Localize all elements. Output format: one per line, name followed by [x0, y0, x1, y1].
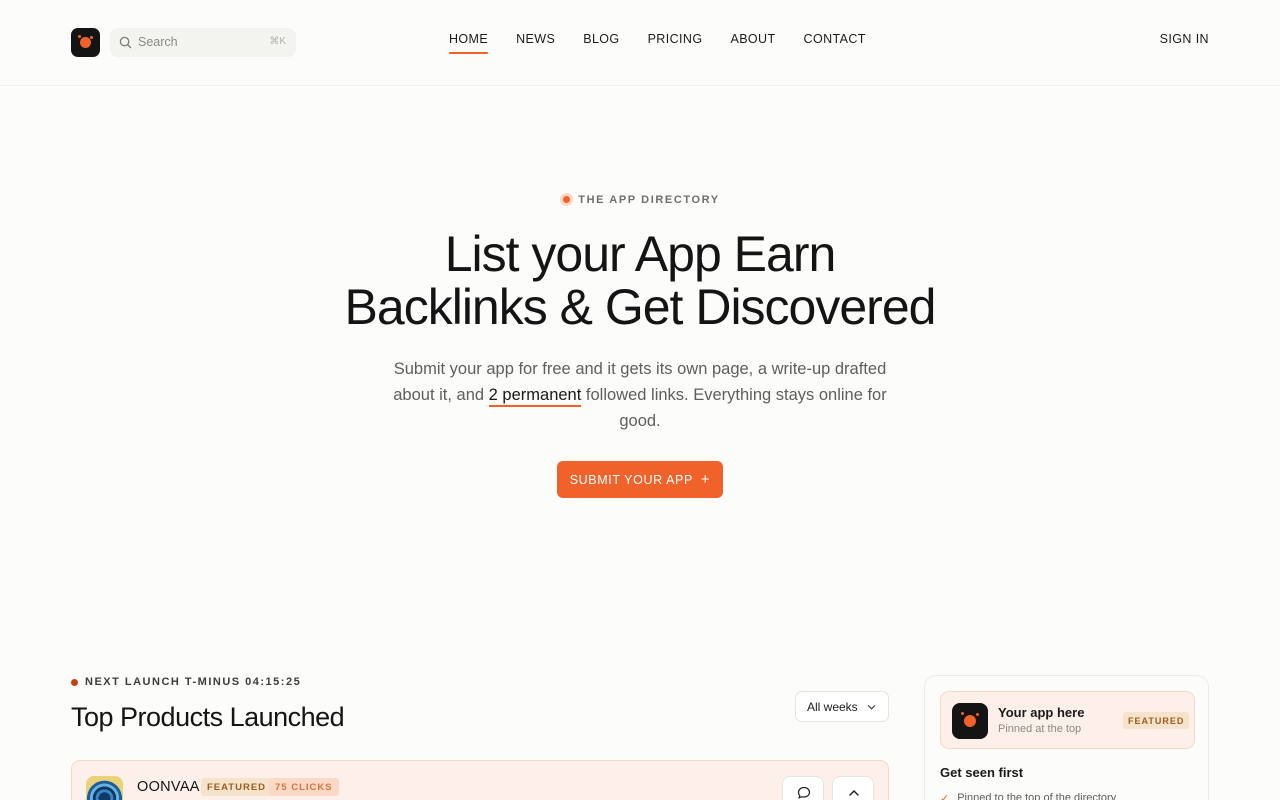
submit-app-label: SUBMIT YOUR APP	[569, 472, 693, 487]
upvote-button[interactable]	[832, 776, 874, 800]
nav-news[interactable]: NEWS	[516, 32, 555, 52]
eyebrow-label: THE APP DIRECTORY	[578, 193, 720, 206]
product-thumbnail	[86, 776, 123, 800]
comment-icon	[797, 786, 811, 799]
sign-in-link[interactable]: SIGN IN	[1160, 32, 1209, 46]
hero-subtitle: Submit your app for free and it gets its…	[380, 356, 900, 434]
featured-sidebar: Your app here Pinned at the top FEATURED…	[924, 675, 1209, 800]
benefit-label: Pinned to the top of the directory	[957, 792, 1117, 800]
plus-icon: +	[700, 471, 711, 488]
title-line-2: Backlinks & Get Discovered	[344, 279, 937, 335]
countdown: NEXT LAUNCH T-MINUS 04:15:25	[71, 676, 301, 688]
promo-subtitle: Pinned at the top	[998, 723, 1082, 735]
seen-first-title: Get seen first	[940, 765, 1024, 780]
submit-app-button[interactable]: SUBMIT YOUR APP +	[557, 461, 723, 498]
subtitle-highlight: 2 permanent	[488, 386, 582, 407]
logo-spark-icon	[90, 36, 93, 39]
clicks-badge: 75 CLICKS	[269, 778, 339, 796]
logo-mark-icon	[964, 715, 976, 727]
logo-mark-icon	[80, 37, 91, 48]
countdown-label: NEXT LAUNCH T-MINUS 04:15:25	[85, 676, 302, 688]
chevron-up-icon	[849, 790, 859, 796]
subtitle-text-end: followed links. Everything stays online …	[581, 386, 887, 430]
product-name[interactable]: OONVAA	[137, 779, 200, 795]
logo-spark-icon	[78, 35, 81, 38]
search-icon	[119, 36, 132, 49]
promo-card[interactable]: Your app here Pinned at the top FEATURED	[940, 691, 1195, 749]
check-icon: ✓	[940, 793, 950, 800]
title-line-1: List your App Earn	[444, 226, 837, 282]
week-filter-value: All weeks	[807, 699, 858, 714]
countdown-dot-icon	[71, 678, 78, 686]
nav-pricing[interactable]: PRICING	[648, 32, 703, 52]
chevron-down-icon	[867, 705, 876, 710]
section-title: Top Products Launched	[71, 702, 345, 732]
featured-badge: FEATURED	[1123, 712, 1190, 729]
site-header: Search ⌘K HOME NEWS BLOG PRICING ABOUT C…	[0, 0, 1280, 86]
featured-badge: FEATURED	[201, 778, 273, 796]
logo[interactable]	[71, 28, 100, 57]
hero-eyebrow: THE APP DIRECTORY	[0, 193, 1280, 206]
logo-spark-icon	[976, 713, 979, 716]
promo-logo	[952, 703, 988, 739]
week-filter-select[interactable]: All weeks	[795, 691, 889, 722]
logo-spark-icon	[961, 712, 964, 715]
page-title: List your App Earn Backlinks & Get Disco…	[0, 228, 1280, 334]
nav-about[interactable]: ABOUT	[730, 32, 775, 52]
nav-home[interactable]: HOME	[449, 32, 489, 54]
nav-blog[interactable]: BLOG	[583, 32, 619, 52]
main-nav: HOME NEWS BLOG PRICING ABOUT CONTACT	[449, 32, 894, 54]
nav-contact[interactable]: CONTACT	[804, 32, 866, 52]
search-input[interactable]: Search ⌘K	[110, 28, 296, 57]
product-card[interactable]: OONVAA FEATURED 75 CLICKS	[71, 760, 889, 800]
search-placeholder: Search	[138, 35, 178, 49]
search-shortcut: ⌘K	[269, 36, 286, 47]
comment-button[interactable]	[782, 776, 824, 800]
benefit-item: ✓ Pinned to the top of the directory	[940, 792, 1116, 800]
status-dot-icon	[560, 193, 574, 206]
promo-title: Your app here	[998, 705, 1085, 720]
